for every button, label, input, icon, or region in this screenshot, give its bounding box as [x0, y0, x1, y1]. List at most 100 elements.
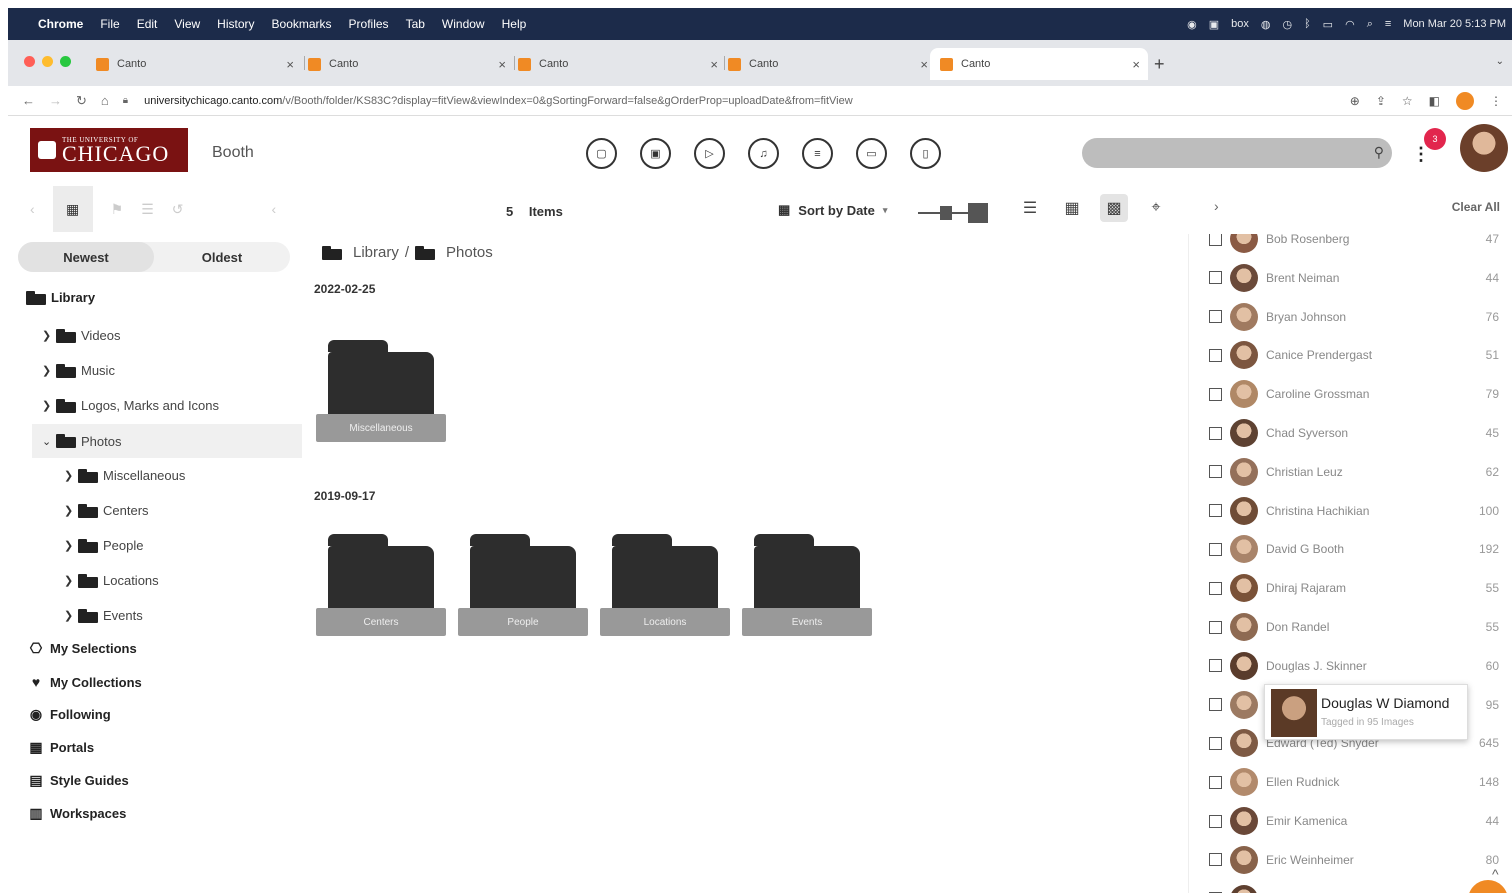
menu-history[interactable]: History	[217, 17, 254, 31]
person-checkbox[interactable]	[1209, 310, 1222, 324]
tree-locations[interactable]: ❯ Locations	[64, 573, 159, 588]
person-checkbox[interactable]	[1209, 271, 1222, 285]
chevron-right-icon[interactable]: ❯	[64, 539, 78, 552]
person-checkbox[interactable]	[1209, 620, 1222, 634]
person-checkbox[interactable]	[1209, 465, 1222, 479]
sort-dropdown[interactable]: ▦ Sort by Date ▾	[778, 202, 887, 218]
bluetooth-icon[interactable]: ᛒ	[1304, 18, 1311, 30]
list-view-icon[interactable]: ☰	[1016, 194, 1044, 222]
close-tab-icon[interactable]: ×	[286, 57, 294, 72]
person-filter-row[interactable]: Douglas J. Skinner 60	[1209, 651, 1499, 681]
scroll-up-icon[interactable]: ^	[1492, 866, 1499, 882]
folder-tile[interactable]: Centers	[316, 534, 446, 646]
person-filter-row[interactable]: Ellen Rudnick 148	[1209, 767, 1499, 797]
person-checkbox[interactable]	[1209, 542, 1222, 556]
spotlight-icon[interactable]: ⌕	[1367, 18, 1373, 31]
profile-avatar[interactable]	[1456, 91, 1474, 110]
menu-edit[interactable]: Edit	[137, 17, 158, 31]
person-filter-row[interactable]: David G Booth 192	[1209, 534, 1499, 564]
tree-logos[interactable]: ❯ Logos, Marks and Icons	[42, 398, 219, 413]
fit-view-icon[interactable]: ▩	[1100, 194, 1128, 222]
calendar-icon[interactable]: ▦	[52, 186, 93, 232]
video-icon[interactable]: ▷	[694, 138, 725, 169]
link-workspaces[interactable]: ▥ Workspaces	[26, 805, 126, 822]
grid-view-icon[interactable]: ▦	[1058, 194, 1086, 222]
person-checkbox[interactable]	[1209, 736, 1222, 750]
person-filter-row[interactable]: Canice Prendergast 51	[1209, 340, 1499, 370]
share-icon[interactable]: ⇪	[1376, 94, 1386, 108]
folder-tile[interactable]: Events	[742, 534, 872, 646]
close-tab-icon[interactable]: ×	[710, 57, 718, 72]
flag-icon[interactable]: ⚑	[111, 201, 124, 218]
user-avatar[interactable]	[1460, 124, 1508, 172]
chevron-right-icon[interactable]: ❯	[64, 504, 78, 517]
search-icon[interactable]: ⚲	[1374, 144, 1384, 161]
tree-events[interactable]: ❯ Events	[64, 608, 143, 623]
box-icon[interactable]: box	[1231, 18, 1249, 30]
chevron-right-icon[interactable]: ❯	[42, 399, 56, 412]
tree-people[interactable]: ❯ People	[64, 538, 143, 553]
clock-icon[interactable]: ◷	[1282, 18, 1292, 31]
bookmark-star-icon[interactable]: ☆	[1402, 94, 1413, 108]
menu-file[interactable]: File	[100, 17, 119, 31]
person-checkbox[interactable]	[1209, 659, 1222, 673]
status-icon[interactable]: ◉	[1187, 18, 1197, 31]
menu-view[interactable]: View	[174, 17, 200, 31]
tree-library[interactable]: Library	[26, 290, 95, 305]
menubar-clock[interactable]: Mon Mar 20 5:13 PM	[1403, 18, 1506, 30]
browser-tab[interactable]: Canto ×	[728, 48, 936, 80]
university-logo[interactable]: THE UNIVERSITY OF CHICAGO	[30, 128, 188, 172]
back-icon[interactable]: ←	[22, 93, 35, 108]
person-filter-row[interactable]: Caroline Grossman 79	[1209, 379, 1499, 409]
tree-photos[interactable]: ⌄ Photos	[32, 424, 302, 458]
person-checkbox[interactable]	[1209, 814, 1222, 828]
home-icon[interactable]: ⌂	[101, 93, 109, 108]
all-files-icon[interactable]: ▢	[586, 138, 617, 169]
person-filter-row[interactable]: Emir Kamenica 44	[1209, 806, 1499, 836]
map-view-icon[interactable]: ⌖	[1142, 194, 1170, 222]
screen-icon[interactable]: ▣	[1209, 18, 1219, 31]
search-input[interactable]: ⚲	[1082, 138, 1392, 168]
document-icon[interactable]: ≡	[802, 138, 833, 169]
browser-tab[interactable]: Canto ×	[518, 48, 726, 80]
chevron-right-icon[interactable]: ❯	[64, 574, 78, 587]
battery-icon[interactable]: ▭	[1323, 18, 1333, 31]
collapse-icon[interactable]: ‹	[272, 201, 277, 217]
chevron-right-icon[interactable]: ❯	[42, 364, 56, 377]
refresh-icon[interactable]: ↺	[172, 201, 184, 218]
person-checkbox[interactable]	[1209, 581, 1222, 595]
link-my-collections[interactable]: ♥ My Collections	[26, 674, 142, 690]
close-tab-icon[interactable]: ×	[920, 57, 928, 72]
close-tab-icon[interactable]: ×	[1132, 57, 1140, 72]
menu-help[interactable]: Help	[502, 17, 527, 31]
select-arrow-icon[interactable]: ‹	[30, 201, 35, 217]
person-checkbox[interactable]	[1209, 504, 1222, 518]
menu-bookmarks[interactable]: Bookmarks	[272, 17, 332, 31]
person-checkbox[interactable]	[1209, 775, 1222, 789]
folder-tile[interactable]: Miscellaneous	[316, 340, 446, 452]
url-field[interactable]: universitychicago.canto.com/v/Booth/fold…	[144, 95, 1024, 107]
close-window-button[interactable]	[24, 56, 35, 67]
browser-menu-icon[interactable]: ⋮	[1490, 94, 1502, 108]
person-checkbox[interactable]	[1209, 853, 1222, 867]
minimize-window-button[interactable]	[42, 56, 53, 67]
chevron-right-icon[interactable]: ❯	[64, 609, 78, 622]
person-checkbox[interactable]	[1209, 387, 1222, 401]
audio-icon[interactable]: ♫	[748, 138, 779, 169]
browser-tab[interactable]: Canto ×	[96, 48, 302, 80]
menu-app[interactable]: Chrome	[38, 17, 83, 31]
menu-profiles[interactable]: Profiles	[349, 17, 389, 31]
link-my-selections[interactable]: ⎔ My Selections	[26, 640, 137, 657]
newest-tab[interactable]: Newest	[18, 242, 154, 272]
person-checkbox[interactable]	[1209, 348, 1222, 362]
wifi-icon[interactable]: ◠	[1345, 18, 1355, 31]
tree-centers[interactable]: ❯ Centers	[64, 503, 149, 518]
tree-videos[interactable]: ❯ Videos	[42, 328, 121, 343]
forward-icon[interactable]: →	[49, 93, 62, 108]
reload-icon[interactable]: ↻	[76, 93, 87, 109]
chevron-right-icon[interactable]: ❯	[64, 469, 78, 482]
person-filter-row[interactable]: Bryan Johnson 76	[1209, 302, 1499, 332]
other-files-icon[interactable]: ▯	[910, 138, 941, 169]
person-checkbox[interactable]	[1209, 698, 1222, 712]
folder-tile[interactable]: People	[458, 534, 588, 646]
